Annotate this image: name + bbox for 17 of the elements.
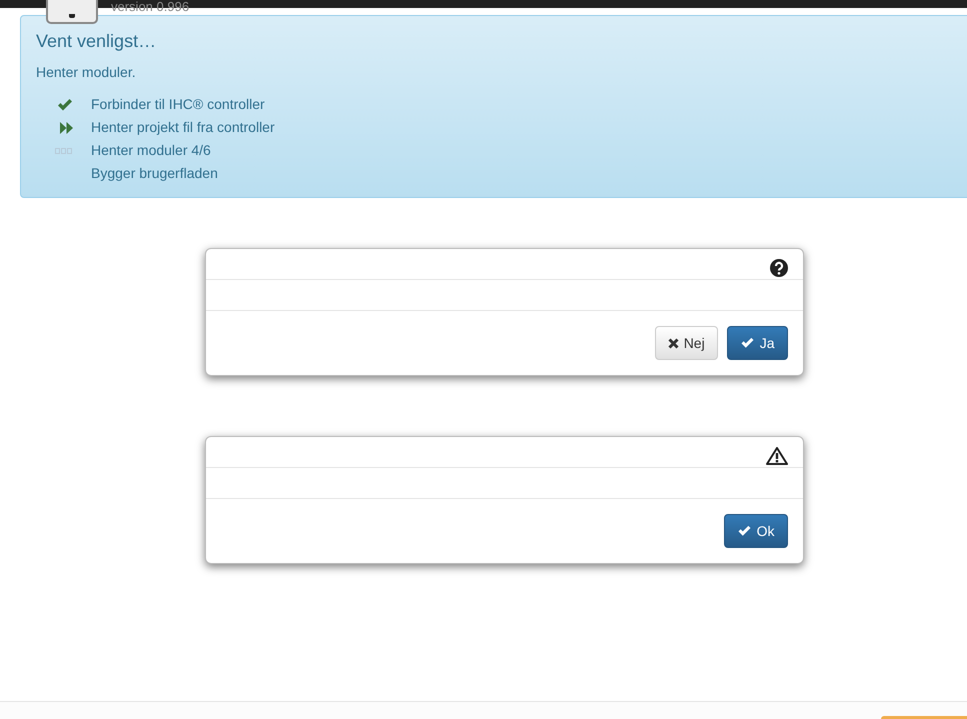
- confirm-button[interactable]: Ok: [724, 514, 788, 548]
- close-icon: [668, 338, 679, 348]
- loading-dots-icon: [55, 148, 73, 154]
- warning-icon: [766, 447, 788, 465]
- checkmark-icon: [57, 98, 73, 112]
- checkmark-icon: [740, 337, 755, 349]
- fast-forward-icon: [60, 122, 73, 134]
- step-label: Bygger brugerfladen: [91, 164, 218, 183]
- confirm-button[interactable]: Ja: [726, 326, 788, 360]
- step-label: Forbinder til IHC® controller: [91, 95, 265, 114]
- step-label: Henter moduler 4/6: [91, 141, 211, 160]
- cancel-button[interactable]: Nej: [654, 326, 718, 360]
- checkmark-icon: [736, 525, 752, 537]
- question-icon: [770, 259, 788, 277]
- step-label: Henter projekt fil fra controller: [91, 118, 275, 137]
- alert-message: Henter moduler.: [36, 63, 137, 82]
- alert-title: Vent venligst…: [36, 30, 158, 52]
